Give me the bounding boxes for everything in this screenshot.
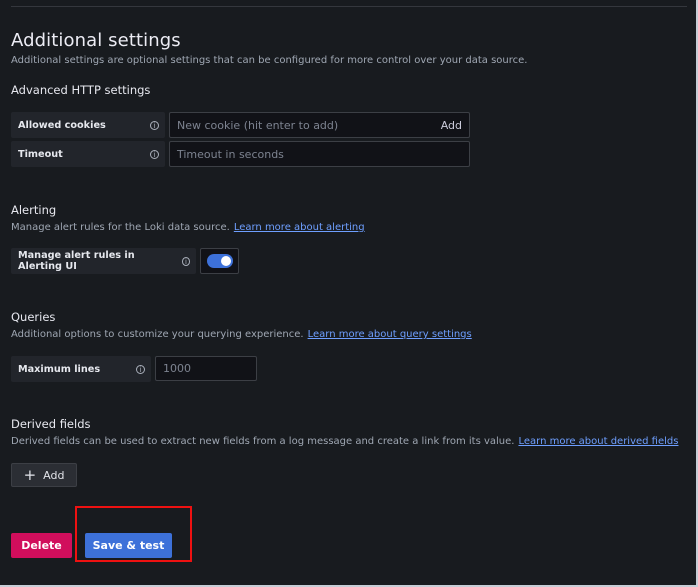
manage-alert-rules-label-box: Manage alert rules in Alerting UI i — [11, 248, 196, 274]
queries-learn-more-link[interactable]: Learn more about query settings — [308, 329, 472, 340]
manage-alert-rules-toggle[interactable] — [206, 254, 233, 268]
section-title-queries: Queries — [11, 310, 56, 324]
timeout-label: Timeout — [18, 148, 63, 160]
info-icon[interactable]: i — [150, 149, 159, 159]
add-derived-field-label: Add — [43, 468, 65, 482]
delete-button[interactable]: Delete — [11, 533, 72, 558]
info-icon[interactable]: i — [181, 256, 190, 266]
derived-fields-description-text: Derived fields can be used to extract ne… — [11, 436, 515, 447]
alerting-description-text: Manage alert rules for the Loki data sou… — [11, 222, 230, 233]
alerting-description: Manage alert rules for the Loki data sou… — [11, 222, 365, 233]
plus-icon: + — [23, 465, 37, 484]
allowed-cookies-row: Allowed cookies i New cookie (hit enter … — [11, 112, 470, 138]
allowed-cookies-placeholder: New cookie (hit enter to add) — [177, 118, 339, 132]
add-cookie-button[interactable]: Add — [441, 119, 462, 132]
page-title: Additional settings — [11, 30, 181, 51]
allowed-cookies-label-box: Allowed cookies i — [11, 112, 165, 138]
timeout-input[interactable]: Timeout in seconds — [169, 141, 470, 167]
manage-alert-rules-label: Manage alert rules in Alerting UI — [18, 250, 135, 272]
section-title-derived-fields: Derived fields — [11, 417, 91, 431]
maximum-lines-label: Maximum lines — [18, 363, 101, 375]
add-derived-field-button[interactable]: + Add — [11, 463, 77, 487]
alerting-learn-more-link[interactable]: Learn more about alerting — [234, 222, 365, 233]
maximum-lines-row: Maximum lines i 1000 — [11, 356, 257, 382]
info-icon[interactable]: i — [136, 364, 145, 374]
queries-description: Additional options to customize your que… — [11, 329, 472, 340]
page-description: Additional settings are optional setting… — [11, 55, 528, 66]
section-title-advanced-http: Advanced HTTP settings — [11, 83, 151, 97]
allowed-cookies-label: Allowed cookies — [18, 119, 106, 131]
queries-description-text: Additional options to customize your que… — [11, 329, 304, 340]
manage-alert-rules-row: Manage alert rules in Alerting UI i — [11, 248, 239, 274]
top-divider — [11, 6, 687, 7]
toggle-knob — [220, 256, 231, 266]
timeout-placeholder: Timeout in seconds — [177, 147, 284, 161]
section-title-alerting: Alerting — [11, 203, 57, 217]
derived-fields-learn-more-link[interactable]: Learn more about derived fields — [518, 436, 678, 447]
highlight-box — [75, 506, 192, 562]
maximum-lines-placeholder: 1000 — [163, 362, 191, 375]
timeout-label-box: Timeout i — [11, 141, 165, 167]
maximum-lines-label-box: Maximum lines i — [11, 356, 151, 382]
derived-fields-description: Derived fields can be used to extract ne… — [11, 436, 678, 447]
manage-alert-rules-toggle-box — [200, 248, 239, 274]
allowed-cookies-input[interactable]: New cookie (hit enter to add) Add — [169, 112, 470, 138]
maximum-lines-input[interactable]: 1000 — [155, 356, 257, 381]
timeout-row: Timeout i Timeout in seconds — [11, 141, 470, 167]
info-icon[interactable]: i — [150, 120, 159, 130]
